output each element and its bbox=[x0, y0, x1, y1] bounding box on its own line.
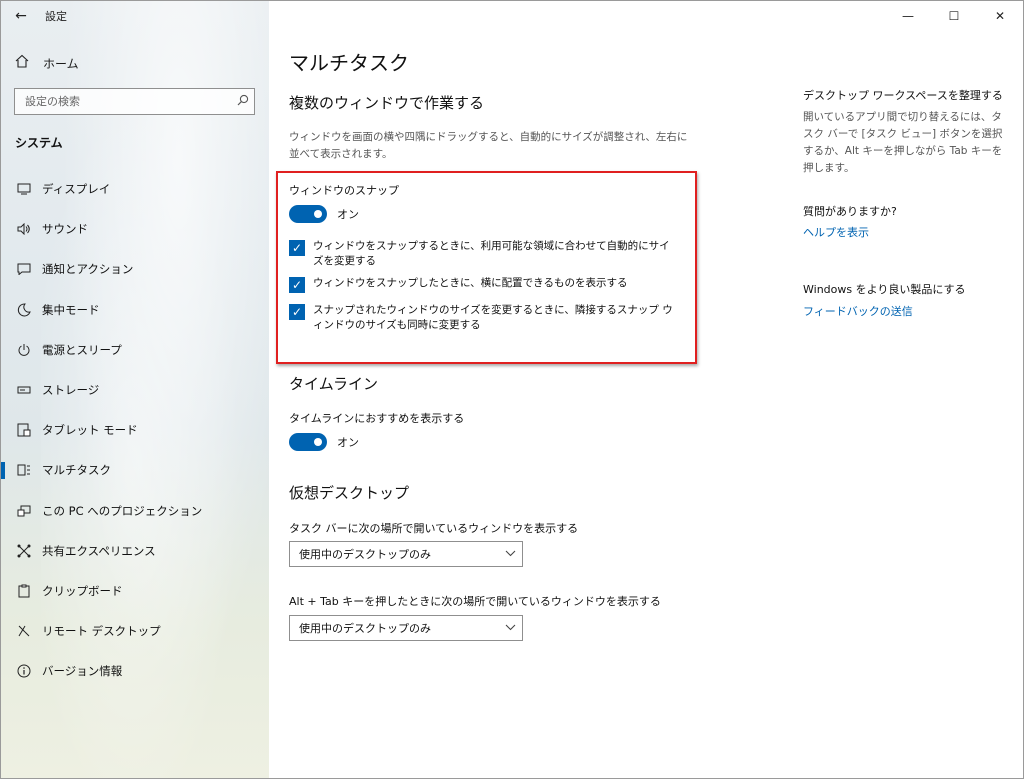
power-icon bbox=[15, 343, 33, 357]
chevron-down-icon bbox=[498, 549, 522, 560]
app-title: 設定 bbox=[45, 10, 67, 23]
storage-icon bbox=[15, 383, 33, 397]
sidebar-item-storage[interactable]: ストレージ bbox=[1, 370, 269, 410]
sidebar-item-label: 集中モード bbox=[42, 302, 100, 317]
settings-window: ← 設定 ホーム システム ディスプレイ サウンド bbox=[0, 0, 1024, 779]
multitask-icon bbox=[15, 463, 33, 477]
sidebar-item-label: ストレージ bbox=[42, 383, 100, 398]
sidebar-item-label: タブレット モード bbox=[42, 423, 138, 438]
timeline-toggle-state: オン bbox=[337, 436, 359, 449]
back-arrow-icon: ← bbox=[15, 8, 27, 24]
alttab-windows-label: Alt + Tab キーを押したときに次の場所で開いているウィンドウを表示する bbox=[289, 595, 661, 608]
timeline-label: タイムラインにおすすめを表示する bbox=[289, 412, 465, 425]
maximize-button[interactable]: ☐ bbox=[931, 1, 977, 31]
window-controls: — ☐ ✕ bbox=[885, 1, 1023, 31]
clipboard-icon bbox=[15, 584, 33, 598]
sidebar-item-notifications[interactable]: 通知とアクション bbox=[1, 249, 269, 289]
alttab-windows-select[interactable]: 使用中のデスクトップのみ bbox=[289, 615, 523, 641]
info-icon bbox=[15, 664, 33, 678]
main-content: マルチタスク 複数のウィンドウで作業する ウィンドウを画面の横や四隅にドラッグす… bbox=[289, 1, 769, 778]
sidebar-item-focus[interactable]: 集中モード bbox=[1, 290, 269, 330]
feedback-link[interactable]: フィードバックの送信 bbox=[803, 303, 913, 319]
projection-icon bbox=[15, 504, 33, 518]
minimize-icon: — bbox=[902, 9, 914, 23]
sidebar-item-multitasking[interactable]: マルチタスク bbox=[1, 450, 269, 490]
search-icon[interactable] bbox=[232, 94, 254, 109]
timeline-heading: タイムライン bbox=[289, 375, 378, 393]
search-box[interactable] bbox=[14, 88, 255, 115]
section-label: システム bbox=[15, 136, 63, 150]
home-label: ホーム bbox=[43, 56, 79, 71]
timeline-toggle-row: オン bbox=[289, 433, 359, 451]
sidebar-item-label: サウンド bbox=[42, 222, 88, 237]
sidebar-item-shared-experiences[interactable]: 共有エクスペリエンス bbox=[1, 531, 269, 571]
home-icon bbox=[15, 54, 35, 72]
timeline-toggle[interactable] bbox=[289, 433, 327, 451]
minimize-button[interactable]: — bbox=[885, 1, 931, 31]
sidebar-item-label: マルチタスク bbox=[42, 463, 111, 478]
tablet-icon bbox=[15, 423, 33, 437]
search-input[interactable] bbox=[25, 95, 232, 108]
sidebar: ← 設定 ホーム システム ディスプレイ サウンド bbox=[1, 1, 269, 778]
page-title: マルチタスク bbox=[289, 51, 409, 75]
snap-highlight-box bbox=[276, 171, 697, 364]
sidebar-item-label: ディスプレイ bbox=[42, 182, 111, 197]
sidebar-item-label: この PC へのプロジェクション bbox=[42, 503, 203, 518]
sidebar-item-label: 通知とアクション bbox=[42, 262, 134, 277]
taskbar-windows-value: 使用中のデスクトップのみ bbox=[299, 548, 431, 561]
sidebar-item-display[interactable]: ディスプレイ bbox=[1, 169, 269, 209]
notification-icon bbox=[15, 262, 33, 276]
question-heading: 質問がありますか? bbox=[803, 205, 897, 218]
sidebar-item-clipboard[interactable]: クリップボード bbox=[1, 571, 269, 611]
workspace-text: 開いているアプリ間で切り替えるには、タスク バーで [タスク ビュー] ボタンを… bbox=[803, 111, 1003, 174]
maximize-icon: ☐ bbox=[948, 9, 960, 23]
sidebar-item-label: クリップボード bbox=[42, 583, 123, 598]
sidebar-item-label: リモート デスクトップ bbox=[42, 624, 161, 639]
display-icon bbox=[15, 182, 33, 196]
sidebar-item-about[interactable]: バージョン情報 bbox=[1, 651, 269, 691]
speaker-icon bbox=[15, 222, 33, 236]
taskbar-windows-label: タスク バーに次の場所で開いているウィンドウを表示する bbox=[289, 522, 579, 535]
share-icon bbox=[15, 544, 33, 558]
improve-heading: Windows をより良い製品にする bbox=[803, 283, 966, 296]
sidebar-item-sound[interactable]: サウンド bbox=[1, 209, 269, 249]
moon-icon bbox=[15, 303, 33, 317]
sidebar-item-tablet[interactable]: タブレット モード bbox=[1, 410, 269, 450]
close-button[interactable]: ✕ bbox=[977, 1, 1023, 31]
sidebar-item-label: 共有エクスペリエンス bbox=[42, 543, 156, 558]
sidebar-item-label: バージョン情報 bbox=[42, 664, 123, 679]
alttab-windows-value: 使用中のデスクトップのみ bbox=[299, 622, 431, 635]
sidebar-nav: ディスプレイ サウンド 通知とアクション 集中モード 電源とスリープ ストレージ bbox=[1, 169, 269, 691]
sidebar-item-label: 電源とスリープ bbox=[42, 342, 122, 357]
taskbar-windows-select[interactable]: 使用中のデスクトップのみ bbox=[289, 541, 523, 567]
chevron-down-icon bbox=[498, 623, 522, 634]
multi-window-description: ウィンドウを画面の横や四隅にドラッグすると、自動的にサイズが調整され、左右に並べ… bbox=[289, 131, 688, 160]
sidebar-item-remote-desktop[interactable]: リモート デスクトップ bbox=[1, 611, 269, 651]
sidebar-item-projection[interactable]: この PC へのプロジェクション bbox=[1, 491, 269, 531]
help-link[interactable]: ヘルプを表示 bbox=[803, 224, 869, 240]
workspace-heading: デスクトップ ワークスペースを整理する bbox=[803, 89, 1003, 102]
remote-icon bbox=[15, 624, 33, 638]
back-button[interactable]: ← bbox=[1, 1, 41, 31]
sidebar-item-power[interactable]: 電源とスリープ bbox=[1, 330, 269, 370]
close-icon: ✕ bbox=[994, 9, 1006, 23]
multi-window-heading: 複数のウィンドウで作業する bbox=[289, 94, 485, 112]
sidebar-home[interactable]: ホーム bbox=[1, 51, 269, 75]
virtual-desktop-heading: 仮想デスクトップ bbox=[289, 484, 410, 502]
titlebar: ← 設定 bbox=[1, 1, 269, 31]
